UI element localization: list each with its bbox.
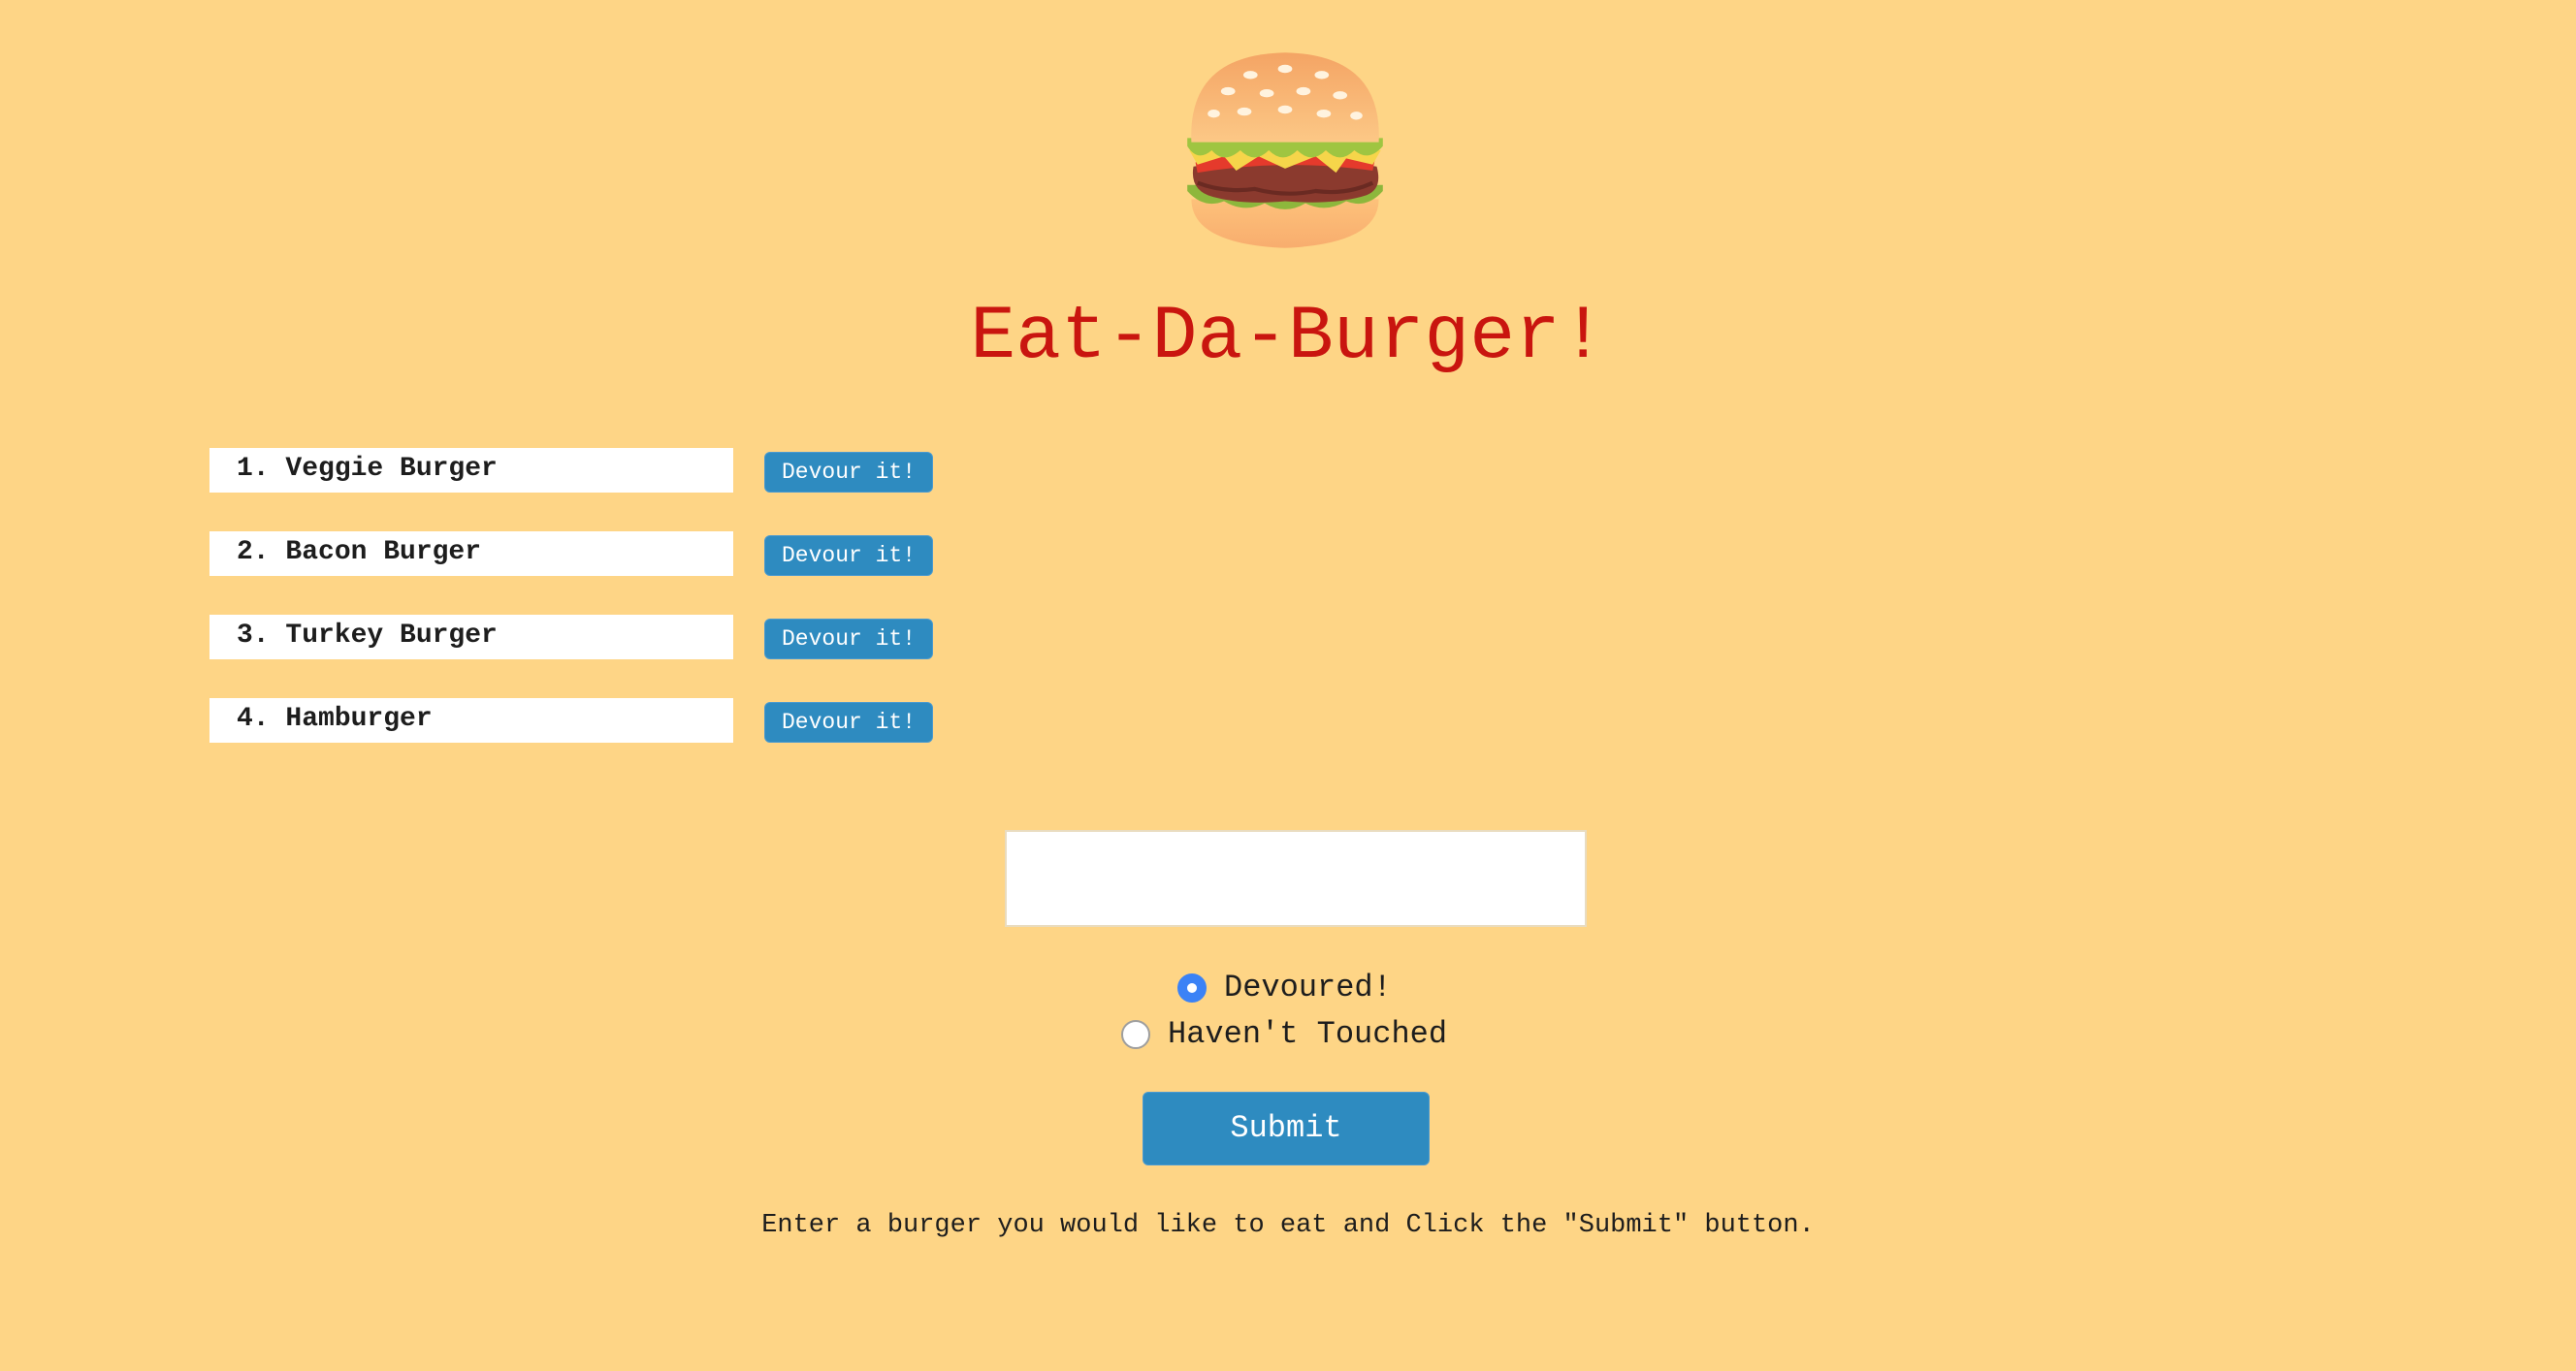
devoured-option[interactable]: Devoured! [1177, 969, 1392, 1007]
havent-touched-option[interactable]: Haven't Touched [1121, 1015, 1447, 1054]
submit-button[interactable]: Submit [1143, 1092, 1430, 1165]
burger-name: 4. Hamburger [209, 698, 733, 743]
list-item: 1. Veggie Burger Devour it! [209, 448, 985, 531]
devour-button[interactable]: Devour it! [764, 535, 933, 576]
list-item: 2. Bacon Burger Devour it! [209, 531, 985, 615]
burger-name: 1. Veggie Burger [209, 448, 733, 493]
devour-button[interactable]: Devour it! [764, 452, 933, 493]
burger-list: 1. Veggie Burger Devour it! 2. Bacon Bur… [209, 448, 985, 781]
burger-name: 2. Bacon Burger [209, 531, 733, 576]
burger-name-input[interactable] [1005, 830, 1587, 927]
instructions-text: Enter a burger you would like to eat and… [761, 1211, 1815, 1240]
devoured-label: Devoured! [1224, 970, 1392, 1005]
page-title: Eat-Da-Burger! [970, 295, 1606, 380]
devour-button[interactable]: Devour it! [764, 702, 933, 743]
burger-name: 3. Turkey Burger [209, 615, 733, 659]
devour-button[interactable]: Devour it! [764, 619, 933, 659]
list-item: 4. Hamburger Devour it! [209, 698, 985, 781]
devoured-radio[interactable] [1177, 973, 1207, 1003]
havent-touched-label: Haven't Touched [1168, 1016, 1448, 1052]
burger-icon [1183, 48, 1387, 252]
list-item: 3. Turkey Burger Devour it! [209, 615, 985, 698]
havent-touched-radio[interactable] [1121, 1020, 1150, 1049]
